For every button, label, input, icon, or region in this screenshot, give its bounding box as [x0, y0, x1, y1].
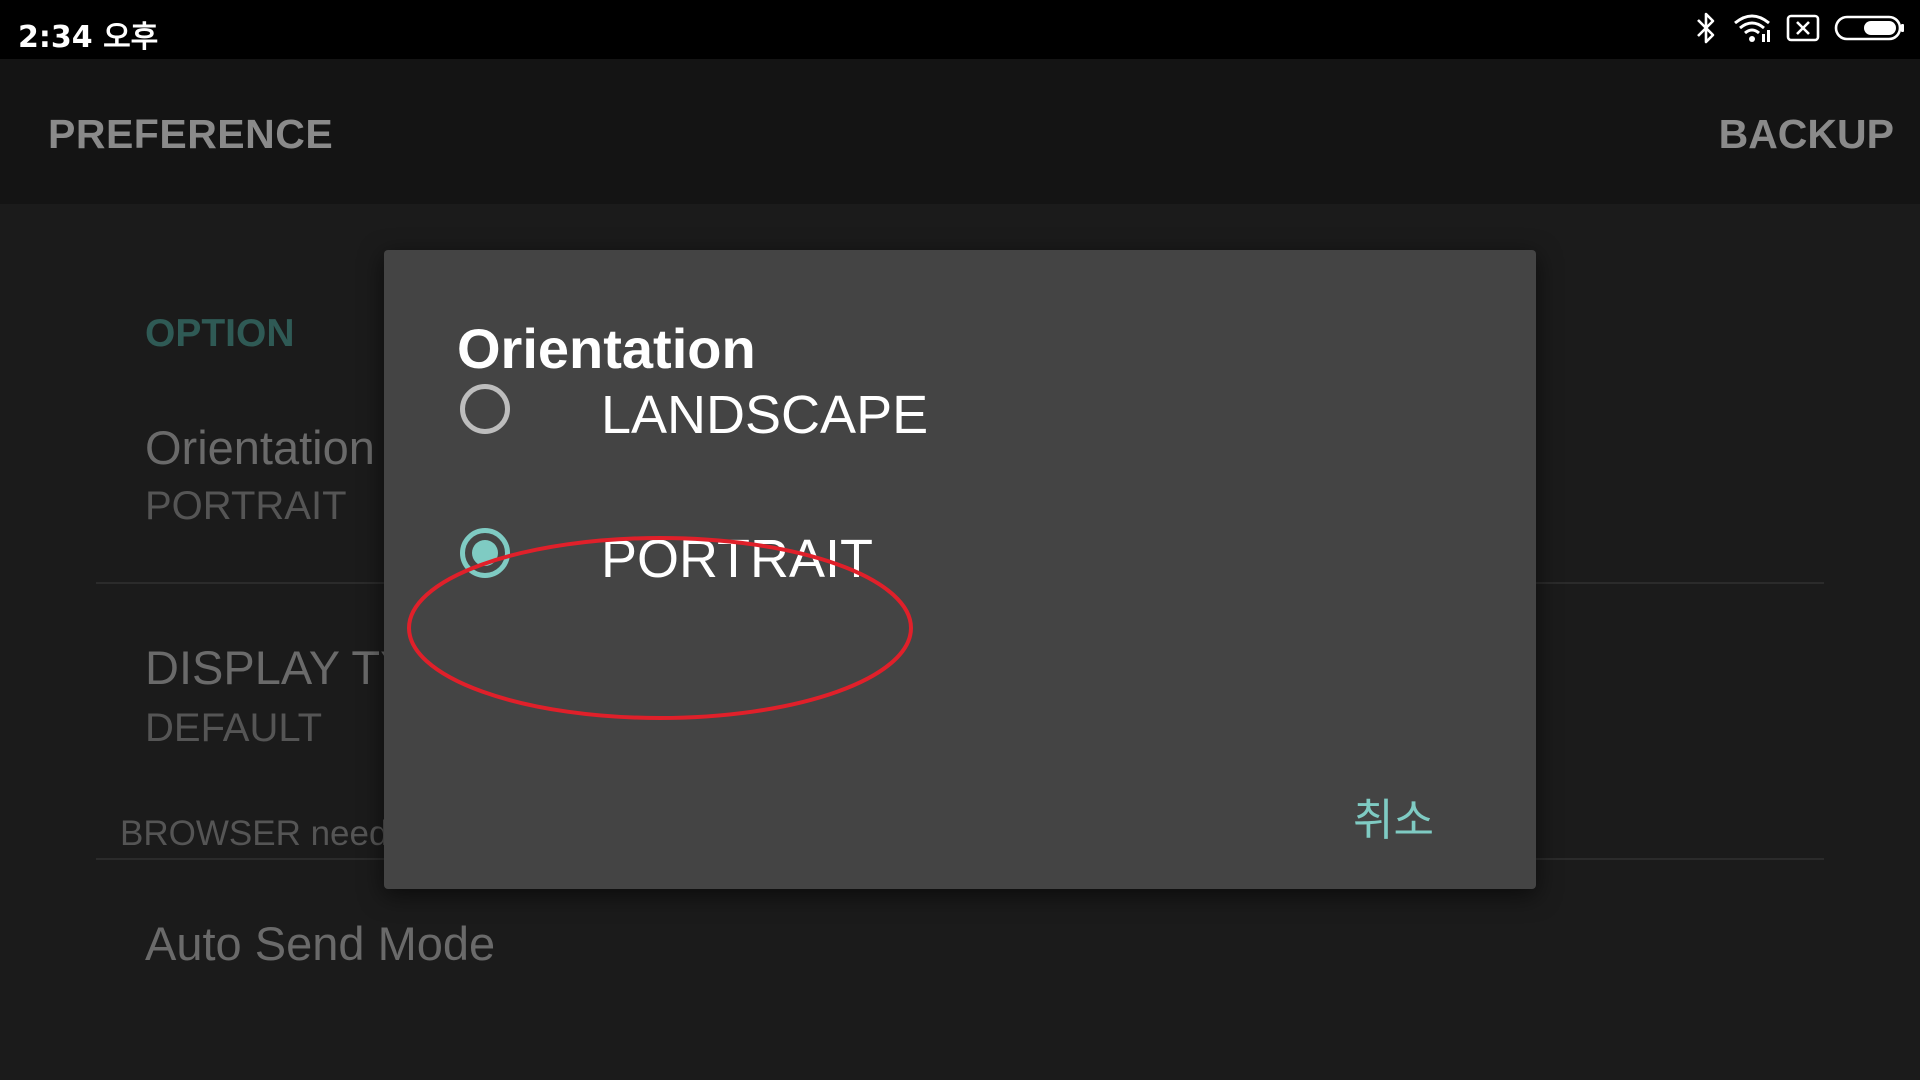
pref-title: DISPLAY TY — [145, 641, 412, 694]
sim-off-icon — [1786, 13, 1820, 48]
battery-icon — [1834, 14, 1906, 47]
status-bar: 2:34 오후 — [0, 0, 1920, 59]
bluetooth-icon — [1694, 11, 1718, 50]
status-time: 2:34 오후 — [18, 20, 159, 55]
dialog-option-portrait[interactable]: PORTRAIT — [384, 492, 1536, 622]
option-label: LANDSCAPE — [601, 385, 929, 445]
radio-checked-icon[interactable] — [460, 528, 510, 578]
wifi-icon — [1732, 12, 1772, 49]
pref-title: Orientation — [145, 421, 375, 474]
status-icons — [1694, 12, 1906, 48]
radio-unchecked-icon[interactable] — [460, 384, 510, 434]
pref-summary: DEFAULT — [145, 706, 323, 750]
pref-note: BROWSER needs — [120, 814, 406, 853]
app-title: PREFERENCE — [48, 111, 334, 157]
backup-button[interactable]: BACKUP — [1719, 111, 1894, 158]
dialog-option-landscape[interactable]: LANDSCAPE — [384, 348, 1536, 478]
option-label: PORTRAIT — [601, 529, 874, 589]
pref-summary: PORTRAIT — [145, 484, 347, 528]
section-header-option: OPTION — [145, 312, 295, 355]
pref-title: Auto Send Mode — [145, 917, 496, 970]
cancel-button[interactable]: 취소 — [1345, 780, 1442, 852]
orientation-dialog: Orientation LANDSCAPE PORTRAIT 취소 — [384, 250, 1536, 889]
app-bar: PREFERENCE BACKUP — [0, 59, 1920, 204]
